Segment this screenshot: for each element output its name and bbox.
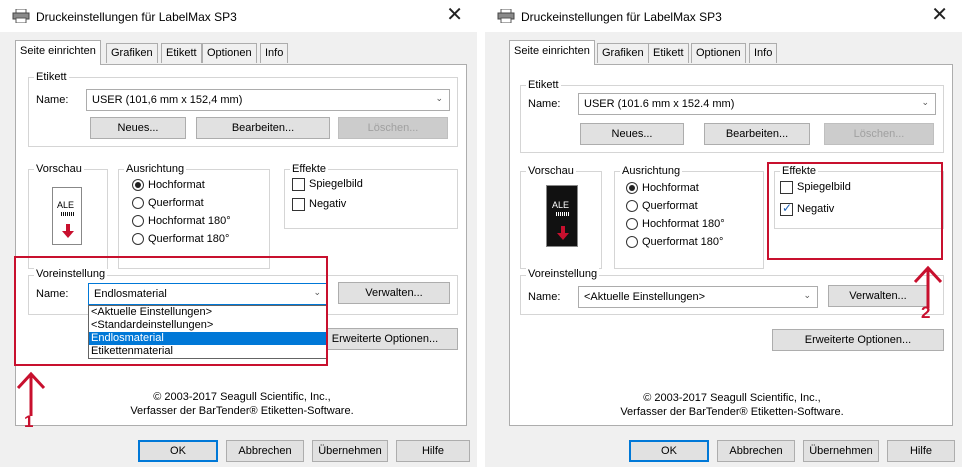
tab-etikett[interactable]: Etikett [161,43,202,63]
verwalten-button[interactable]: Verwalten... [338,282,450,304]
tab-info[interactable]: Info [749,43,778,63]
radio-querformat-label: Querformat [148,197,204,209]
negativ-label: Negativ [309,198,347,210]
delete-button[interactable]: Löschen... [338,117,448,139]
printer-icon [12,9,30,23]
ok-button[interactable]: OK [629,440,709,462]
barcode-icon [61,212,74,216]
annotation-arrow-1 [16,371,46,416]
title-bar: Druckeinstellungen für LabelMax SP3 ✕ [0,0,477,32]
radio-hochformat[interactable] [626,182,638,194]
etikett-group-label: Etikett [34,71,69,83]
highlight-box-1 [14,256,328,366]
chevron-down-icon: ⌄ [921,97,929,107]
chevron-down-icon: ⌄ [435,93,443,103]
new-button[interactable]: Neues... [580,123,684,145]
advanced-options-button[interactable]: Erweiterte Optionen... [772,329,944,351]
ausrichtung-group-label: Ausrichtung [620,165,683,177]
printer-icon [497,9,515,23]
tab-optionen[interactable]: Optionen [202,43,257,63]
print-settings-dialog-right: Druckeinstellungen für LabelMax SP3 ✕ Se… [485,0,962,467]
spiegelbild-label: Spiegelbild [309,178,363,190]
advanced-options-button[interactable]: Erweiterte Optionen... [312,328,458,350]
cancel-button[interactable]: Abbrechen [226,440,304,462]
print-settings-dialog-left: Druckeinstellungen für LabelMax SP3 ✕ Se… [0,0,477,467]
radio-querformat-180-label: Querformat 180° [148,233,230,245]
etikett-name-select[interactable]: USER (101,6 mm x 152,4 mm) ⌄ [86,89,450,111]
copyright-line-1: © 2003-2017 Seagull Scientific, Inc., [643,392,821,404]
help-button[interactable]: Hilfe [887,440,955,462]
label-preview: ALE [52,187,82,245]
tab-seite-einrichten[interactable]: Seite einrichten [509,40,595,65]
edit-button[interactable]: Bearbeiten... [196,117,330,139]
tab-optionen[interactable]: Optionen [691,43,746,63]
copyright-line-2: Verfasser der BarTender® Etiketten-Softw… [130,405,354,417]
window-title: Druckeinstellungen für LabelMax SP3 [521,10,722,24]
radio-hochformat-180-label: Hochformat 180° [148,215,231,227]
annotation-number-1: 1 [24,412,34,431]
radio-querformat[interactable] [132,197,144,209]
etikett-group-label: Etikett [526,79,561,91]
apply-button[interactable]: Übernehmen [312,440,388,462]
tab-panel: Etikett Name: USER (101,6 mm x 152,4 mm)… [15,64,467,426]
apply-button[interactable]: Übernehmen [803,440,879,462]
radio-querformat-180[interactable] [132,233,144,245]
voreinstellung-group-label: Voreinstellung [526,268,600,280]
close-icon[interactable]: ✕ [446,4,463,26]
window-title: Druckeinstellungen für LabelMax SP3 [36,10,237,24]
vorschau-group-label: Vorschau [526,165,576,177]
close-icon[interactable]: ✕ [931,4,948,26]
chevron-down-icon: ⌄ [803,290,811,300]
delete-button[interactable]: Löschen... [824,123,934,145]
voreinstellung-select[interactable]: <Aktuelle Einstellungen> ⌄ [578,286,818,308]
feed-arrow-icon [557,226,569,240]
etikett-name-label: Name: [528,98,561,110]
barcode-icon [556,212,569,216]
effekte-group-label: Effekte [290,163,329,175]
tab-etikett[interactable]: Etikett [648,43,689,63]
label-preview-negative: ALE [546,185,578,247]
voreinstellung-name-label: Name: [528,291,561,303]
copyright-line-2: Verfasser der BarTender® Etiketten-Softw… [620,406,844,418]
edit-button[interactable]: Bearbeiten... [704,123,810,145]
radio-hochformat-180[interactable] [626,218,638,230]
radio-hochformat-180[interactable] [132,215,144,227]
spiegelbild-checkbox[interactable] [292,178,305,191]
radio-querformat[interactable] [626,200,638,212]
negativ-checkbox[interactable] [292,198,305,211]
preview-text: ALE [552,200,570,210]
radio-querformat-180[interactable] [626,236,638,248]
radio-querformat-label: Querformat [642,200,698,212]
feed-arrow-icon [62,224,74,238]
copyright-line-1: © 2003-2017 Seagull Scientific, Inc., [153,391,331,403]
etikett-name-label: Name: [36,94,69,106]
highlight-box-2 [767,162,943,260]
title-bar: Druckeinstellungen für LabelMax SP3 ✕ [485,0,962,32]
radio-hochformat-label: Hochformat [642,182,699,194]
vorschau-group-label: Vorschau [34,163,84,175]
ok-button[interactable]: OK [138,440,218,462]
voreinstellung-value: <Aktuelle Einstellungen> [584,291,706,303]
tab-grafiken[interactable]: Grafiken [597,43,649,63]
etikett-name-select[interactable]: USER (101.6 mm x 152.4 mm) ⌄ [578,93,936,115]
tab-info[interactable]: Info [260,43,289,63]
tab-grafiken[interactable]: Grafiken [106,43,158,63]
annotation-number-2: 2 [921,303,931,322]
ausrichtung-group-label: Ausrichtung [124,163,187,175]
radio-querformat-180-label: Querformat 180° [642,236,724,248]
help-button[interactable]: Hilfe [396,440,470,462]
cancel-button[interactable]: Abbrechen [717,440,795,462]
annotation-arrow-2 [913,265,943,308]
tab-seite-einrichten[interactable]: Seite einrichten [15,40,101,65]
new-button[interactable]: Neues... [90,117,186,139]
radio-hochformat-label: Hochformat [148,179,205,191]
radio-hochformat-180-label: Hochformat 180° [642,218,725,230]
etikett-name-value: USER (101,6 mm x 152,4 mm) [92,94,243,106]
radio-hochformat[interactable] [132,179,144,191]
preview-text: ALE [57,200,75,210]
etikett-name-value: USER (101.6 mm x 152.4 mm) [584,98,735,110]
